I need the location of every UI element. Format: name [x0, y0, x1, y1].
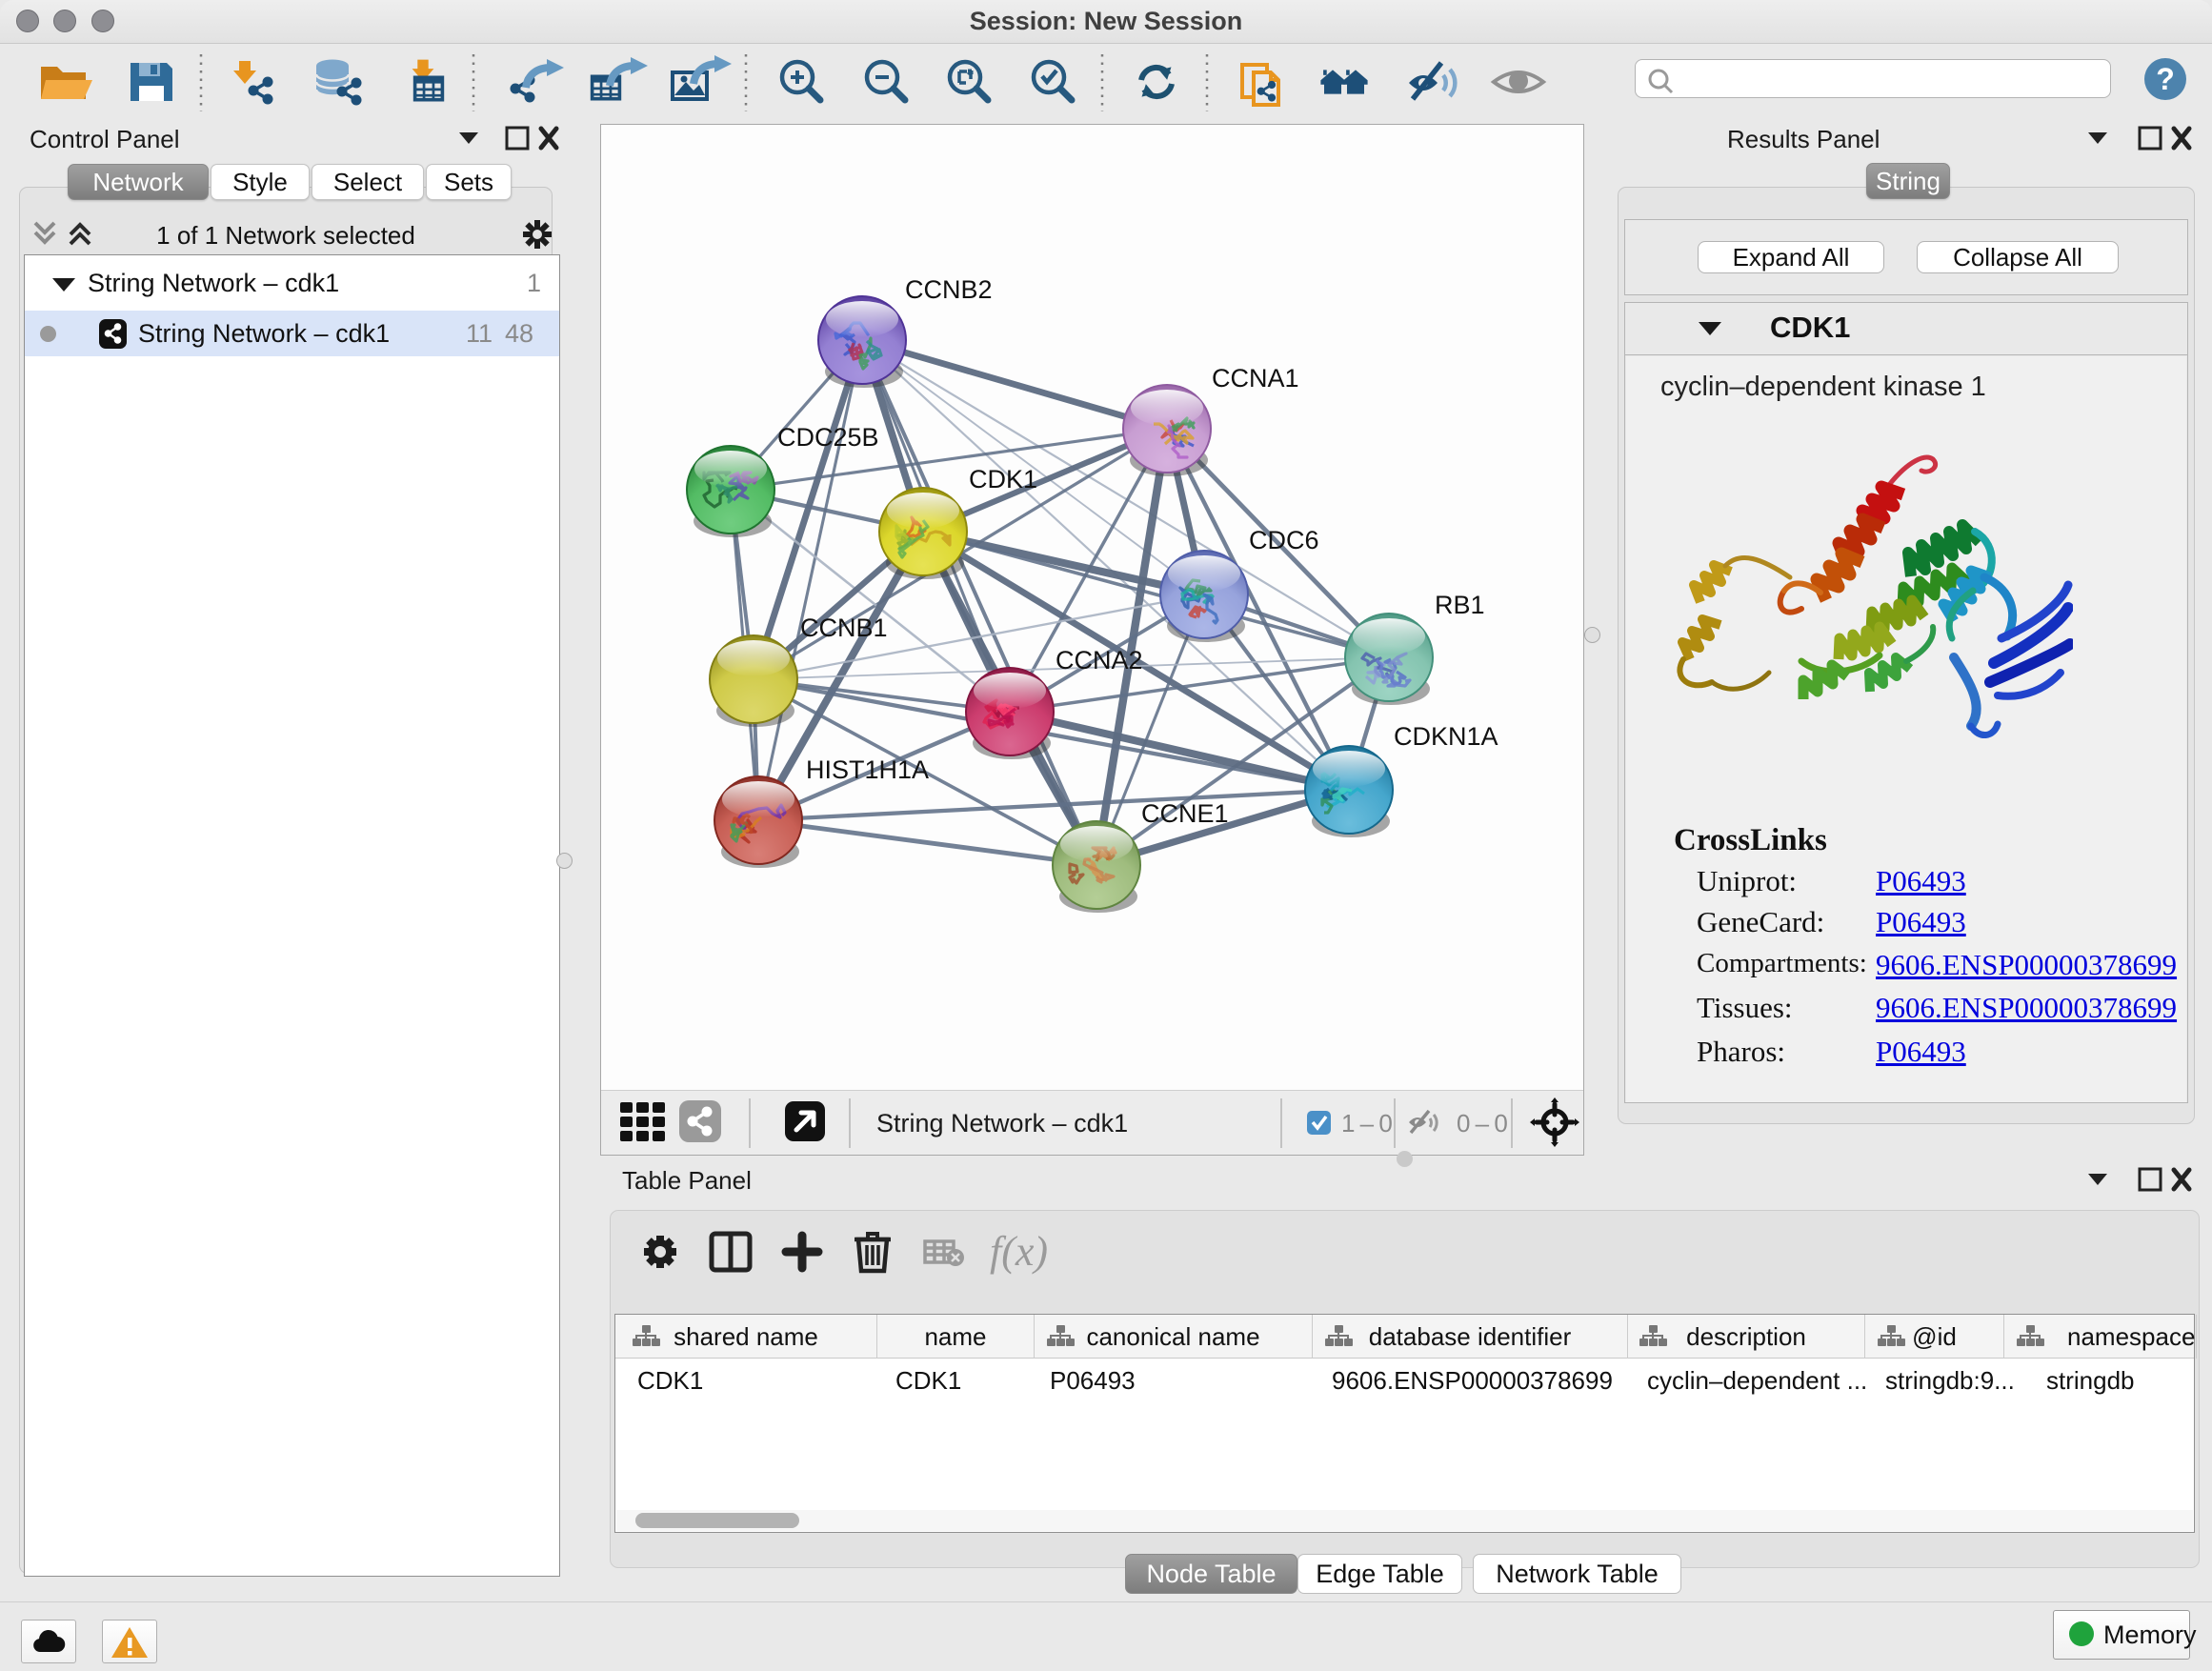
svg-text:CDC6: CDC6	[1249, 526, 1319, 554]
svg-text:HIST1H1A: HIST1H1A	[806, 755, 929, 784]
svg-text:0 – 0: 0 – 0	[1457, 1109, 1508, 1137]
svg-text:f(x): f(x)	[990, 1228, 1048, 1275]
svg-text:CDC25B: CDC25B	[777, 423, 879, 452]
svg-text:CDK1: CDK1	[969, 465, 1037, 493]
svg-text:CCNA2: CCNA2	[1056, 646, 1143, 674]
svg-text:CCNA1: CCNA1	[1212, 364, 1299, 393]
svg-text:CDKN1A: CDKN1A	[1394, 722, 1498, 751]
svg-text:CCNB1: CCNB1	[800, 614, 888, 642]
svg-text:RB1: RB1	[1435, 591, 1485, 619]
svg-text:1 – 0: 1 – 0	[1341, 1109, 1393, 1137]
svg-text:CCNB2: CCNB2	[905, 275, 993, 304]
svg-text:CCNE1: CCNE1	[1141, 799, 1229, 828]
svg-text:String Network – cdk1: String Network – cdk1	[876, 1109, 1128, 1137]
svg-text:?: ?	[2156, 62, 2175, 96]
